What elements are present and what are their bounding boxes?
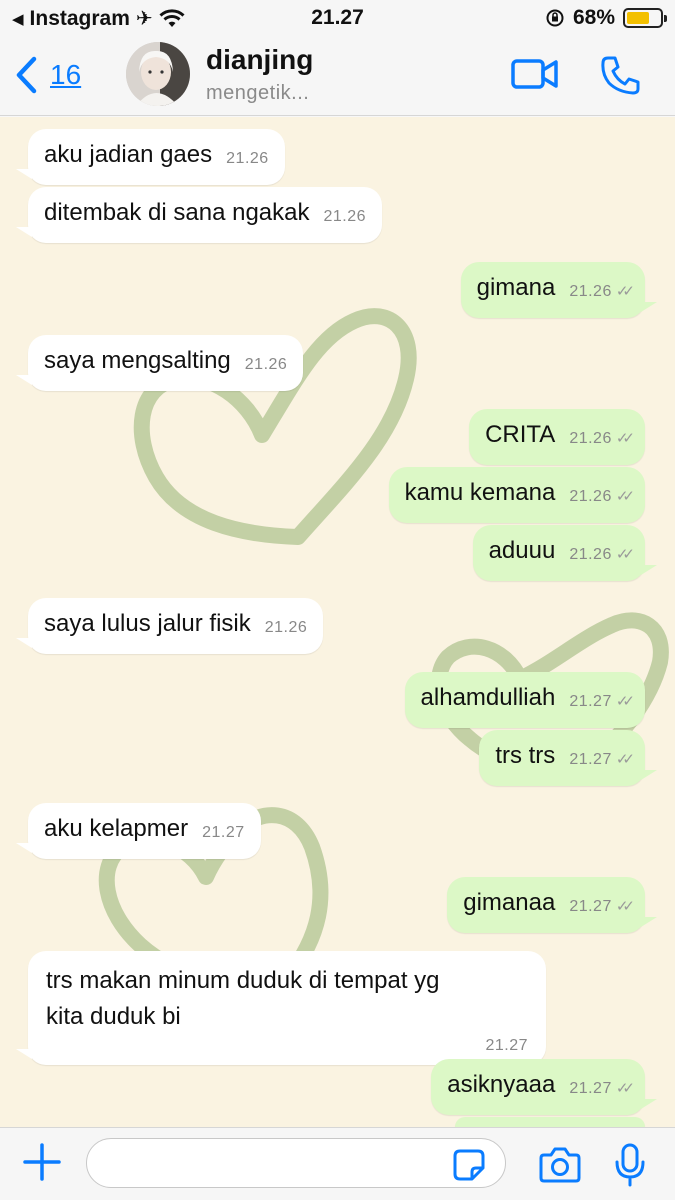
message-text: ditembak di sana ngakak [44, 199, 310, 226]
message-text: gimanaa [463, 889, 556, 916]
message-time: 21.26 [569, 283, 612, 300]
plus-icon[interactable] [22, 1142, 62, 1182]
video-call-icon[interactable] [510, 54, 560, 94]
message-outgoing-partial[interactable] [455, 1117, 645, 1127]
chat-header: 16 dianjing mengetik... [0, 36, 675, 116]
message-time: 21.27 [569, 1080, 612, 1097]
message-text: aku jadian gaes [44, 141, 213, 168]
message-text-line: trs makan minum duduk di tempat yg [46, 967, 440, 994]
avatar[interactable] [126, 42, 190, 106]
message-text: alhamdulliah [420, 684, 556, 711]
read-ticks-icon: ✓✓ [615, 898, 635, 915]
message-text: kamu kemana [404, 479, 556, 506]
message-incoming[interactable]: aku jadian gaes 21.26 [16, 129, 285, 185]
status-bar: ◀ Instagram ✈ 21.27 68% [0, 0, 675, 36]
message-text: gimana [476, 274, 556, 301]
message-text: aduuu [488, 537, 556, 564]
contact-name[interactable]: dianjing [206, 44, 313, 76]
read-ticks-icon: ✓✓ [615, 430, 635, 447]
chevron-left-icon [16, 56, 37, 94]
message-text: saya lulus jalur fisik [44, 610, 251, 637]
message-time: 21.26 [264, 619, 308, 636]
message-time: 21.26 [244, 356, 288, 373]
message-text: saya mengsalting [44, 347, 231, 374]
phone-call-icon[interactable] [600, 54, 642, 96]
message-outgoing[interactable]: aduuu 21.26 ✓✓ [472, 525, 658, 581]
unread-count: 16 [50, 59, 82, 90]
message-time: 21.26 [569, 430, 612, 447]
message-time: 21.26 [323, 208, 367, 225]
message-time: 21.27 [569, 693, 612, 710]
read-ticks-icon: ✓✓ [615, 283, 635, 300]
message-text: trs trs [495, 742, 556, 769]
message-incoming[interactable]: saya lulus jalur fisik 21.26 [15, 598, 324, 654]
microphone-icon[interactable] [614, 1142, 646, 1188]
message-text: CRITA [485, 421, 556, 448]
read-ticks-icon: ✓✓ [615, 693, 635, 710]
message-incoming[interactable]: saya mengsalting 21.26 [15, 335, 304, 391]
message-time: 21.27 [569, 751, 612, 768]
input-bar [0, 1127, 675, 1200]
message-outgoing[interactable]: gimanaa 21.27 ✓✓ [447, 877, 657, 933]
typing-status: mengetik... [206, 82, 310, 104]
battery-percent: 68% [572, 6, 615, 29]
message-time: 21.27 [202, 824, 245, 841]
message-text: asiknyaaa [447, 1071, 556, 1098]
chat-area[interactable]: aku jadian gaes 21.26 ditembak di sana ng… [0, 117, 675, 1127]
message-incoming[interactable]: ditembak di sana ngakak 21.26 [15, 187, 383, 243]
message-outgoing[interactable]: kamu kemana 21.26 ✓✓ [388, 467, 645, 523]
message-outgoing[interactable]: gimana 21.26 ✓✓ [460, 262, 658, 318]
read-ticks-icon: ✓✓ [615, 751, 635, 768]
message-text: aku kelapmer [44, 815, 189, 842]
sticker-icon[interactable] [452, 1148, 486, 1182]
message-time: 21.26 [569, 546, 612, 563]
message-outgoing[interactable]: CRITA 21.26 ✓✓ [469, 409, 645, 465]
read-ticks-icon: ✓✓ [615, 488, 635, 505]
message-time: 21.27 [569, 898, 612, 915]
message-outgoing[interactable]: asiknyaaa 21.27 ✓✓ [431, 1059, 657, 1115]
message-text-line: kita duduk bi [46, 1003, 181, 1030]
message-incoming[interactable]: aku kelapmer 21.27 [16, 803, 261, 859]
read-ticks-icon: ✓✓ [615, 1080, 635, 1097]
message-outgoing[interactable]: trs trs 21.27 ✓✓ [479, 730, 657, 786]
orientation-lock-icon [546, 9, 564, 27]
back-button[interactable]: 16 [14, 56, 81, 94]
message-time: 21.26 [569, 488, 612, 505]
message-input[interactable] [86, 1138, 506, 1188]
avatar-image [126, 42, 190, 106]
message-incoming[interactable]: trs makan minum duduk di tempat yg kita … [16, 951, 546, 1065]
read-ticks-icon: ✓✓ [615, 546, 635, 563]
battery-icon [623, 8, 667, 28]
camera-icon[interactable] [538, 1146, 582, 1184]
message-time: 21.27 [485, 1037, 528, 1054]
message-outgoing[interactable]: alhamdulliah 21.27 ✓✓ [404, 672, 645, 728]
message-time: 21.26 [226, 150, 269, 167]
